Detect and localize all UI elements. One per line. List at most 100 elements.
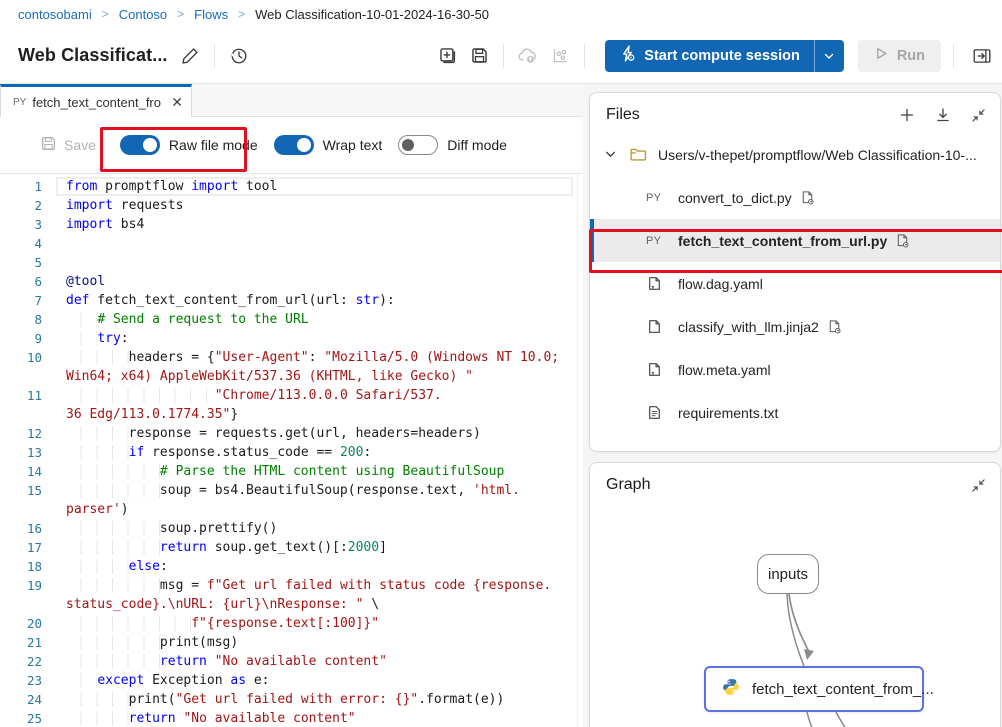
download-files-button[interactable] (935, 107, 951, 123)
add-file-icon (438, 46, 457, 65)
tab-label: fetch_text_content_fro (32, 95, 169, 110)
breadcrumb-item[interactable]: contosobami (18, 7, 92, 22)
file-item-flow.dag.yaml[interactable]: flow.dag.yaml (590, 262, 1000, 305)
code-line[interactable]: 20 f"{response.text[:100]}" (0, 614, 583, 633)
code-line[interactable]: 13 if response.status_code == 200: (0, 443, 583, 462)
code-line[interactable]: 16 soup.prettify() (0, 519, 583, 538)
open-panel-button[interactable] (962, 40, 1002, 72)
line-number: 3 (0, 215, 42, 234)
code-line[interactable]: 2import requests (0, 196, 583, 215)
collapse-panel-icon[interactable] (971, 108, 986, 123)
collapse-panel-icon[interactable] (971, 478, 986, 493)
code-line[interactable]: 22 return "No available content" (0, 652, 583, 671)
save-all-button[interactable] (463, 40, 495, 72)
graph-node-fetch-text-content[interactable]: fetch_text_content_from_... (704, 666, 924, 712)
divider (214, 44, 215, 68)
save-icon (470, 46, 489, 65)
close-tab-icon[interactable]: ✕ (171, 94, 183, 111)
divider (584, 44, 585, 68)
evaluate-button[interactable] (544, 40, 576, 72)
code-line[interactable]: 5 (0, 253, 583, 272)
wrap-text-toggle[interactable] (274, 135, 314, 155)
diff-mode-toggle[interactable] (398, 135, 438, 155)
run-button[interactable]: Run (858, 40, 941, 72)
line-number: 8 (0, 310, 42, 329)
file-item-convert_to_dict.py[interactable]: PYconvert_to_dict.py (590, 176, 1000, 219)
node-label: fetch_text_content_from_... (752, 681, 934, 698)
folder-path: Users/v-thepet/promptflow/Web Classifica… (658, 147, 977, 163)
deploy-button[interactable] (512, 40, 544, 72)
line-number: 9 (0, 329, 42, 348)
history-button[interactable] (223, 40, 255, 72)
edit-title-button[interactable] (174, 40, 206, 72)
file-item-fetch_text_content_from_url.py[interactable]: PY fetch_text_content_from_url.py (590, 219, 1000, 262)
line-number: 25 (0, 709, 42, 727)
line-number: 23 (0, 671, 42, 690)
code-line[interactable]: 19 msg = f"Get url failed with status co… (0, 576, 583, 595)
code-line[interactable]: 25 return "No available content" (0, 709, 583, 727)
breadcrumb: contosobami>Contoso>Flows>Web Classifica… (0, 0, 1002, 28)
file-icon (646, 318, 666, 335)
file-item-classify_with_llm.jinja2[interactable]: classify_with_llm.jinja2 (590, 305, 1000, 348)
line-number: 13 (0, 443, 42, 462)
code-line[interactable]: 36 Edg/113.0.1774.35"} (0, 405, 583, 424)
code-line[interactable]: 15 soup = bs4.BeautifulSoup(response.tex… (0, 481, 583, 500)
chevron-down-icon[interactable] (604, 148, 617, 161)
code-line[interactable]: 17 return soup.get_text()[:2000] (0, 538, 583, 557)
code-line[interactable]: 11 "Chrome/113.0.0.0 Safari/537. (0, 386, 583, 405)
code-line[interactable]: 9 try: (0, 329, 583, 348)
file-name: classify_with_llm.jinja2 (678, 319, 819, 335)
breadcrumb-item: Web Classification-10-01-2024-16-30-50 (255, 7, 489, 22)
diff-mode-label: Diff mode (447, 137, 507, 153)
editor-tabstrip: PY fetch_text_content_fro ✕ (0, 84, 583, 117)
file-item-requirements.txt[interactable]: requirements.txt (590, 391, 1000, 434)
folder-row[interactable]: Users/v-thepet/promptflow/Web Classifica… (590, 133, 1000, 176)
compute-session-dropdown[interactable] (814, 40, 844, 72)
python-file-badge: PY (646, 192, 666, 204)
files-panel: Files Users/v-thepet/promptflow/Web Clas… (589, 92, 1001, 452)
code-line[interactable]: 7def fetch_text_content_from_url(url: st… (0, 291, 583, 310)
code-line[interactable]: 24 print("Get url failed with error: {}"… (0, 690, 583, 709)
breadcrumb-item[interactable]: Flows (194, 7, 228, 22)
line-number (0, 500, 42, 519)
promptflow-app: contosobami>Contoso>Flows>Web Classifica… (0, 0, 1002, 727)
yaml-file-icon (646, 361, 666, 378)
code-line[interactable]: 8 # Send a request to the URL (0, 310, 583, 329)
save-button[interactable]: Save (40, 135, 96, 155)
code-line[interactable]: 6@tool (0, 272, 583, 291)
line-number (0, 405, 42, 424)
graph-node-inputs[interactable]: inputs (757, 554, 819, 594)
raw-file-mode-label: Raw file mode (169, 137, 258, 153)
graph-panel-title: Graph (606, 476, 650, 494)
code-line[interactable]: 3import bs4 (0, 215, 583, 234)
code-line[interactable]: status_code}.\nURL: {url}\nResponse: " \ (0, 595, 583, 614)
code-line[interactable]: 23 except Exception as e: (0, 671, 583, 690)
file-name: flow.dag.yaml (678, 276, 763, 292)
file-name: fetch_text_content_from_url.py (678, 233, 887, 249)
code-line[interactable]: Win64; x64) AppleWebKit/537.36 (KHTML, l… (0, 367, 583, 386)
code-line[interactable]: 18 else: (0, 557, 583, 576)
code-line[interactable]: 1from promptflow import tool (0, 177, 583, 196)
python-file-badge: PY (646, 235, 666, 247)
start-compute-session-button[interactable]: Start compute session (605, 40, 844, 72)
code-line[interactable]: 21 print(msg) (0, 633, 583, 652)
graph-canvas[interactable]: inputs fetch_text_content_from_... (590, 494, 1000, 727)
clone-button[interactable] (431, 40, 463, 72)
yaml-file-icon (646, 275, 666, 292)
code-line[interactable]: parser') (0, 500, 583, 519)
breadcrumb-item[interactable]: Contoso (119, 7, 167, 22)
tab-fetch-text-content[interactable]: PY fetch_text_content_fro ✕ (0, 84, 192, 117)
code-line[interactable]: 12 response = requests.get(url, headers=… (0, 424, 583, 443)
code-line[interactable]: 10 headers = {"User-Agent": "Mozilla/5.0… (0, 348, 583, 367)
file-item-flow.meta.yaml[interactable]: flow.meta.yaml (590, 348, 1000, 391)
raw-file-mode-toggle[interactable] (120, 135, 160, 155)
play-icon (874, 46, 889, 65)
code-editor[interactable]: 1from promptflow import tool2import requ… (0, 174, 583, 727)
code-line[interactable]: 4 (0, 234, 583, 253)
line-number: 4 (0, 234, 42, 253)
line-number: 10 (0, 348, 42, 367)
add-file-button[interactable] (899, 107, 915, 123)
line-number: 7 (0, 291, 42, 310)
line-number: 11 (0, 386, 42, 405)
code-line[interactable]: 14 # Parse the HTML content using Beauti… (0, 462, 583, 481)
